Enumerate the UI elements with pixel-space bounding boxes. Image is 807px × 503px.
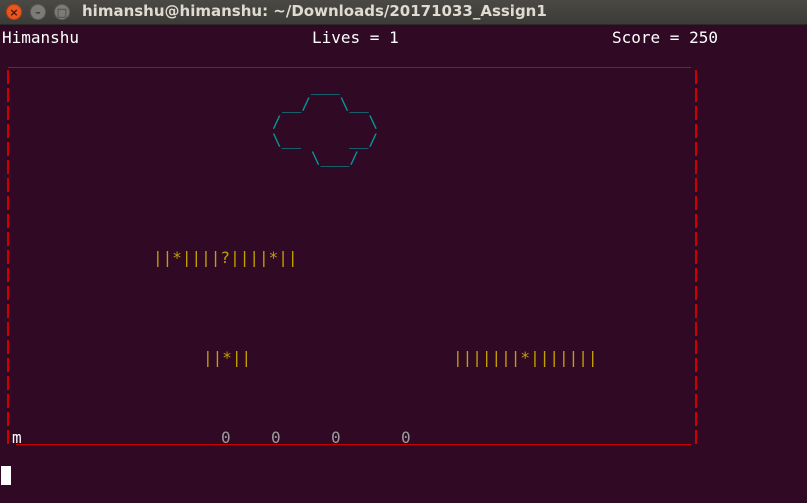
brick-platform: |||||||*||||||| — [453, 348, 598, 367]
boss-art-line: __/ \__ — [282, 94, 369, 113]
terminal-cursor — [1, 466, 11, 485]
coin: 0 — [271, 428, 281, 447]
coin: 0 — [221, 428, 231, 447]
window-titlebar: × – □ himanshu@himanshu: ~/Downloads/201… — [0, 0, 807, 25]
brick-platform: ||*|| — [203, 348, 252, 367]
boss-art-line: ___ — [282, 76, 340, 95]
boss-art-line: \___/ — [282, 148, 360, 167]
brick-platform: ||*||||?||||*|| — [153, 248, 298, 267]
score-counter: Score = 250 — [612, 28, 718, 47]
maximize-window-button[interactable]: □ — [54, 4, 70, 20]
lives-counter: Lives = 1 — [312, 28, 399, 47]
field-border-right — [695, 70, 697, 446]
field-border-top — [8, 67, 691, 68]
field-border-left — [7, 70, 9, 446]
boss-art-line: \__ __/ — [272, 130, 378, 149]
player-character: m — [12, 428, 22, 447]
minimize-window-button[interactable]: – — [30, 4, 46, 20]
window-title: himanshu@himanshu: ~/Downloads/20171033_… — [82, 2, 547, 20]
coin: 0 — [331, 428, 341, 447]
close-window-button[interactable]: × — [6, 4, 22, 20]
boss-art-line: / \ — [272, 112, 378, 131]
field-border-bottom — [16, 444, 691, 445]
coin: 0 — [401, 428, 411, 447]
player-name: Himanshu — [2, 28, 80, 47]
